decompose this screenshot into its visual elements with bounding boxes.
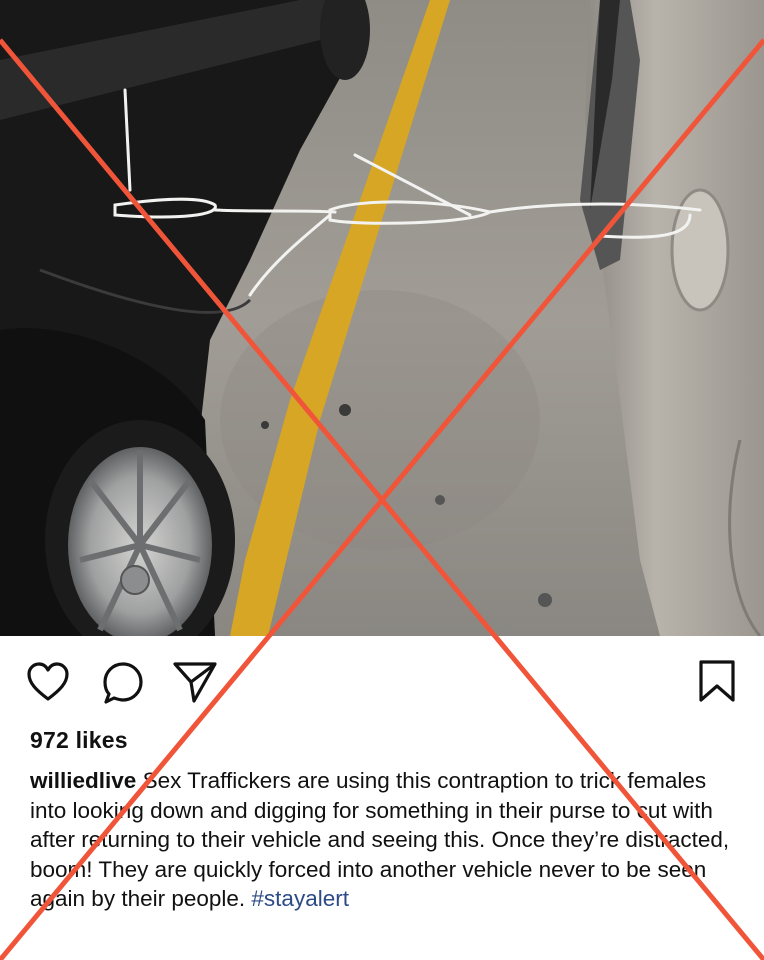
heart-icon[interactable] bbox=[26, 662, 70, 702]
comment-icon[interactable] bbox=[101, 661, 145, 705]
caption-hashtag[interactable]: #stayalert bbox=[251, 886, 349, 911]
post-photo[interactable] bbox=[0, 0, 764, 636]
bookmark-icon[interactable] bbox=[697, 659, 737, 703]
post-actions-bar bbox=[0, 636, 764, 726]
share-icon[interactable] bbox=[172, 660, 218, 704]
likes-count[interactable]: 972 likes bbox=[30, 727, 128, 754]
caption-username[interactable]: williedlive bbox=[30, 768, 136, 793]
post-caption: williedlive Sex Traffickers are using th… bbox=[30, 766, 742, 914]
